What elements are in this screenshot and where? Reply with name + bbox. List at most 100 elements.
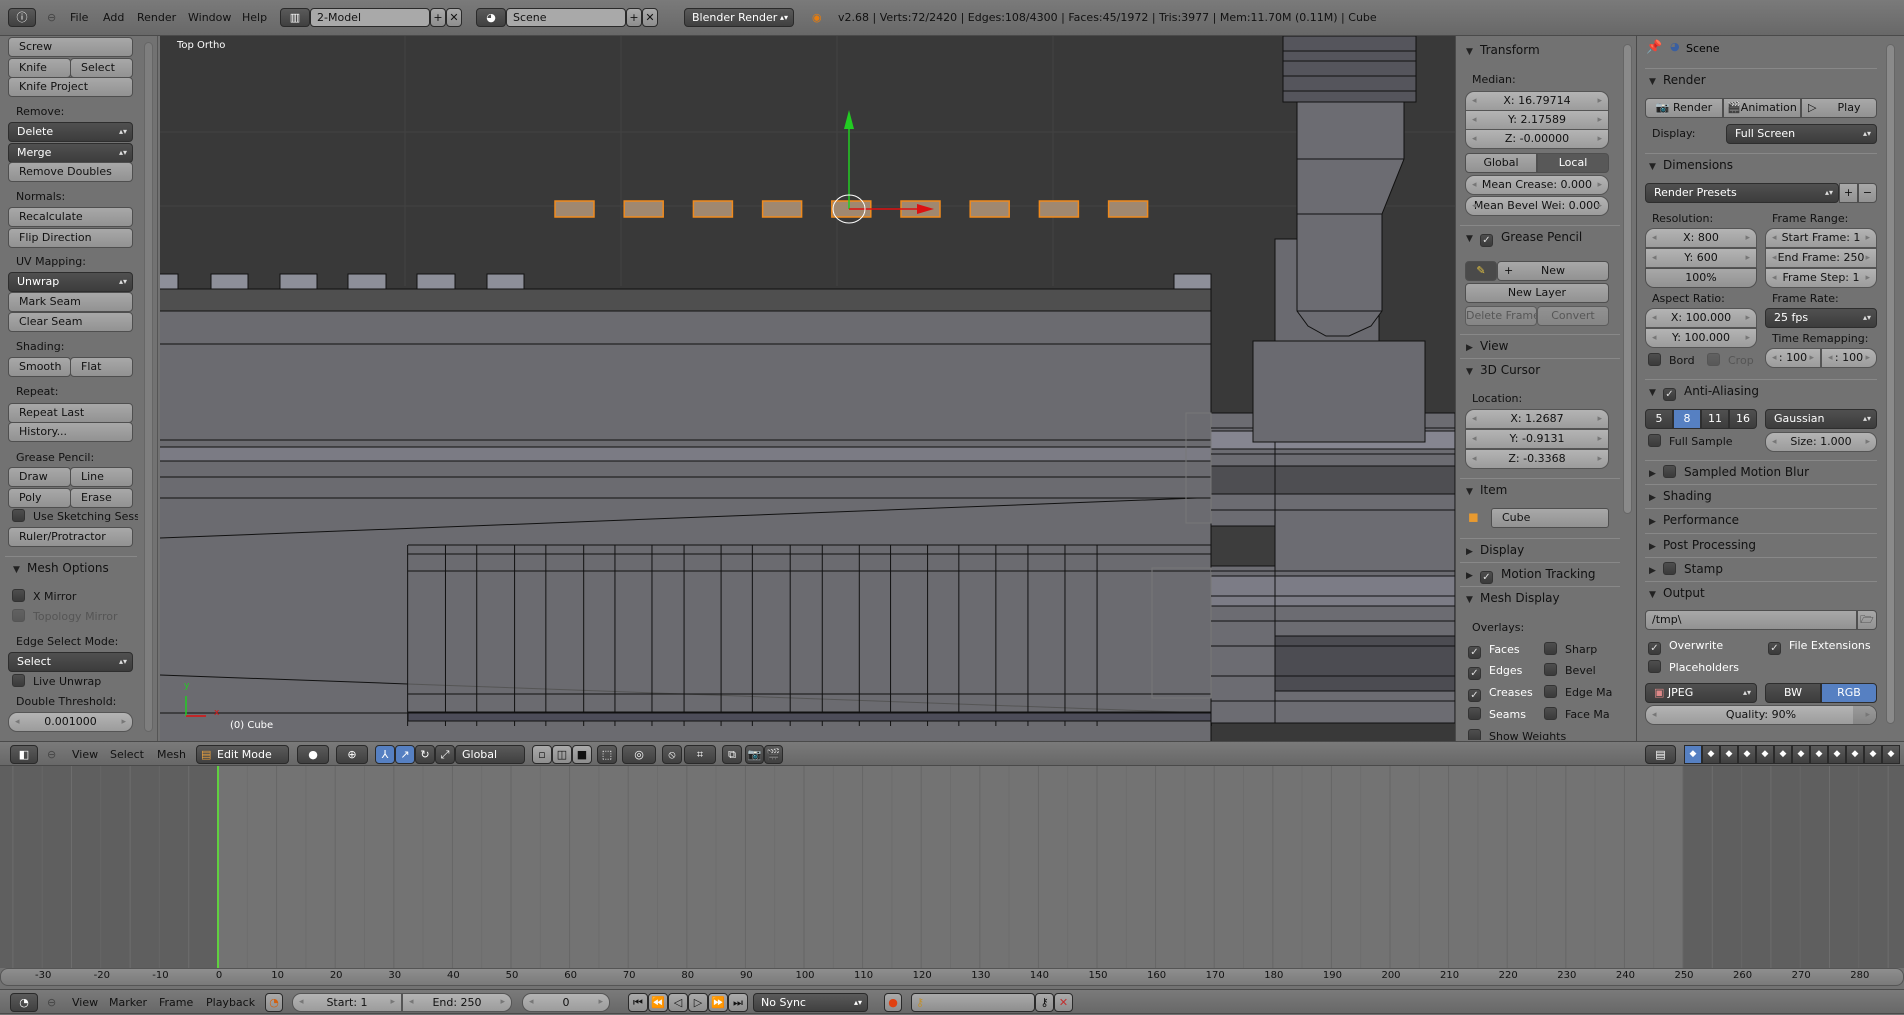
item-panel-header[interactable]: ▼ Item xyxy=(1460,478,1620,500)
clear-seam-button[interactable]: Clear Seam xyxy=(8,312,133,332)
play-button[interactable]: ▷ xyxy=(688,993,708,1012)
bevel-checkbox[interactable]: Bevel xyxy=(1544,661,1596,681)
selected-face[interactable] xyxy=(1038,200,1080,218)
file-extensions-checkbox[interactable]: ✓ File Extensions xyxy=(1768,636,1871,656)
bw-toggle[interactable]: BW xyxy=(1765,683,1821,703)
x-mirror-checkbox[interactable]: X Mirror xyxy=(12,587,76,607)
cursor-y-field[interactable]: Y: -0.9131 xyxy=(1465,429,1609,449)
border-checkbox[interactable]: Bord xyxy=(1648,351,1695,371)
seams-checkbox[interactable]: Seams xyxy=(1468,705,1526,725)
history-button[interactable]: History... xyxy=(8,422,133,442)
jump-to-start-button[interactable]: ⏮ xyxy=(628,993,648,1012)
time-remap-new-field[interactable]: : 100 xyxy=(1821,348,1877,368)
render-engine-dropdown[interactable]: Blender Render ▴▾ xyxy=(684,8,794,27)
output-panel-header[interactable]: ▼ Output xyxy=(1645,581,1877,603)
menu-marker[interactable]: Marker xyxy=(109,990,147,1015)
collapse-icon[interactable]: ⊖ xyxy=(47,0,56,36)
aa-filter-dropdown[interactable]: Gaussian ▴▾ xyxy=(1765,409,1877,429)
smooth-button[interactable]: Smooth xyxy=(8,357,71,377)
tool-shelf-scrollbar[interactable] xyxy=(144,42,153,732)
properties-tab-constraints-icon[interactable]: ◆ xyxy=(1774,745,1792,764)
pivot-point-dropdown[interactable]: ⊕ xyxy=(336,745,368,764)
remove-scene-button[interactable]: ✕ xyxy=(642,8,658,27)
manipulator-toggle[interactable]: ⅄ xyxy=(375,745,395,764)
knife-select-button[interactable]: Select xyxy=(70,58,133,78)
post-processing-panel-header[interactable]: ▶ Post Processing xyxy=(1645,533,1877,555)
jump-to-end-button[interactable]: ⏭ xyxy=(728,993,748,1012)
gp-poly-button[interactable]: Poly xyxy=(8,488,71,508)
menu-add[interactable]: Add xyxy=(103,0,124,36)
sharp-checkbox[interactable]: Sharp xyxy=(1544,640,1597,660)
stamp-panel-header[interactable]: ▶ Stamp xyxy=(1645,557,1877,579)
edge-select-mode-button[interactable]: ◫ xyxy=(552,745,572,764)
mark-seam-button[interactable]: Mark Seam xyxy=(8,292,133,312)
transform-panel-header[interactable]: ▼ Transform xyxy=(1460,39,1620,61)
checkbox-icon[interactable] xyxy=(1663,562,1676,575)
remove-doubles-button[interactable]: Remove Doubles xyxy=(8,162,133,182)
aspect-x-field[interactable]: X: 100.000 xyxy=(1645,308,1757,328)
render-presets-dropdown[interactable]: Render Presets ▴▾ xyxy=(1645,183,1839,203)
folder-browse-icon[interactable]: 🗁 xyxy=(1857,610,1877,630)
median-z-field[interactable]: Z: -0.00000 xyxy=(1465,129,1609,149)
creases-checkbox[interactable]: ✓ Creases xyxy=(1468,683,1533,703)
viewport-shading-dropdown[interactable]: ● xyxy=(297,745,329,764)
recalculate-button[interactable]: Recalculate xyxy=(8,207,133,227)
cursor-x-field[interactable]: X: 1.2687 xyxy=(1465,409,1609,429)
remove-preset-button[interactable]: − xyxy=(1858,183,1877,203)
file-format-dropdown[interactable]: ▣ JPEG ▴▾ xyxy=(1645,683,1757,703)
edges-checkbox[interactable]: ✓ Edges xyxy=(1468,661,1522,681)
snap-toggle[interactable]: ⦸ xyxy=(662,745,682,764)
unwrap-dropdown[interactable]: Unwrap ▴▾ xyxy=(8,272,133,292)
editor-type-3d-view-button[interactable]: ◧ xyxy=(10,745,38,764)
properties-tab-material-icon[interactable]: ◆ xyxy=(1828,745,1846,764)
scene-field[interactable]: Scene xyxy=(506,8,626,27)
checkbox-icon[interactable]: ✓ xyxy=(1663,388,1676,401)
add-preset-button[interactable]: + xyxy=(1839,183,1858,203)
timeline-ruler[interactable]: -30 -20 -10 0 10 20 30 40 50 60 70 80 90 100 110 120 130… xyxy=(0,968,1904,986)
gp-erase-button[interactable]: Erase xyxy=(70,488,133,508)
time-remap-old-field[interactable]: : 100 xyxy=(1765,348,1821,368)
editor-type-info-button[interactable]: ⓘ xyxy=(8,8,36,27)
properties-tab-particles-icon[interactable]: ◆ xyxy=(1864,745,1882,764)
n-panel-scrollbar[interactable] xyxy=(1623,44,1632,514)
dimensions-panel-header[interactable]: ▼ Dimensions xyxy=(1645,153,1877,175)
mode-dropdown[interactable]: Edit Mode ▤ xyxy=(196,745,289,764)
view-panel-header[interactable]: ▶ View xyxy=(1460,334,1620,356)
flip-direction-button[interactable]: Flip Direction xyxy=(8,228,133,248)
translate-manipulator-button[interactable]: ↗ xyxy=(395,745,415,764)
sync-mode-dropdown[interactable]: No Sync ▴▾ xyxy=(753,993,868,1012)
menu-file[interactable]: File xyxy=(70,0,88,36)
flat-button[interactable]: Flat xyxy=(70,357,133,377)
display-panel-header[interactable]: ▶ Display xyxy=(1460,538,1620,560)
end-frame-field[interactable]: End: 250 xyxy=(402,993,512,1012)
insert-keyframe-button[interactable]: ⚷ xyxy=(1035,993,1054,1012)
shading-panel-header[interactable]: ▶ Shading xyxy=(1645,484,1877,506)
play-button[interactable]: ▷ Play xyxy=(1801,98,1877,118)
edge-select-mode-dropdown[interactable]: Select ▴▾ xyxy=(8,652,133,672)
menu-playback[interactable]: Playback xyxy=(206,990,255,1015)
live-unwrap-checkbox[interactable]: Live Unwrap xyxy=(12,672,101,692)
add-scene-button[interactable]: + xyxy=(626,8,642,27)
start-frame-field[interactable]: Start Frame: 1 xyxy=(1765,228,1877,248)
proportional-editing-dropdown[interactable]: ◎ xyxy=(622,745,656,764)
properties-editor-type-button[interactable]: ▤ xyxy=(1645,745,1676,764)
frame-rate-dropdown[interactable]: 25 fps ▴▾ xyxy=(1765,308,1877,328)
selected-face[interactable] xyxy=(761,200,803,218)
screen-layout-field[interactable]: 2-Model xyxy=(310,8,430,27)
add-screen-button[interactable]: + xyxy=(430,8,446,27)
sampled-motion-blur-panel-header[interactable]: ▶ Sampled Motion Blur xyxy=(1645,460,1877,482)
use-sketching-checkbox[interactable]: Use Sketching Sessi xyxy=(12,507,138,527)
scene-icon[interactable]: ◕ xyxy=(476,8,506,27)
delete-dropdown[interactable]: Delete ▴▾ xyxy=(8,122,133,142)
properties-tab-scene-icon[interactable]: ◆ xyxy=(1720,745,1738,764)
aspect-y-field[interactable]: Y: 100.000 xyxy=(1645,328,1757,348)
properties-tab-render-layers-icon[interactable]: ◆ xyxy=(1702,745,1720,764)
delete-keyframe-button[interactable]: ✕ xyxy=(1054,993,1073,1012)
copy-layers-button[interactable]: ⧉ xyxy=(722,745,742,764)
auto-keying-record-button[interactable]: ● xyxy=(884,993,902,1012)
timeline-area[interactable] xyxy=(0,766,1904,968)
menu-help[interactable]: Help xyxy=(242,0,267,36)
remove-screen-button[interactable]: ✕ xyxy=(446,8,462,27)
jump-to-previous-keyframe-button[interactable]: ⏪ xyxy=(648,993,668,1012)
properties-tab-data-icon[interactable]: ◆ xyxy=(1810,745,1828,764)
